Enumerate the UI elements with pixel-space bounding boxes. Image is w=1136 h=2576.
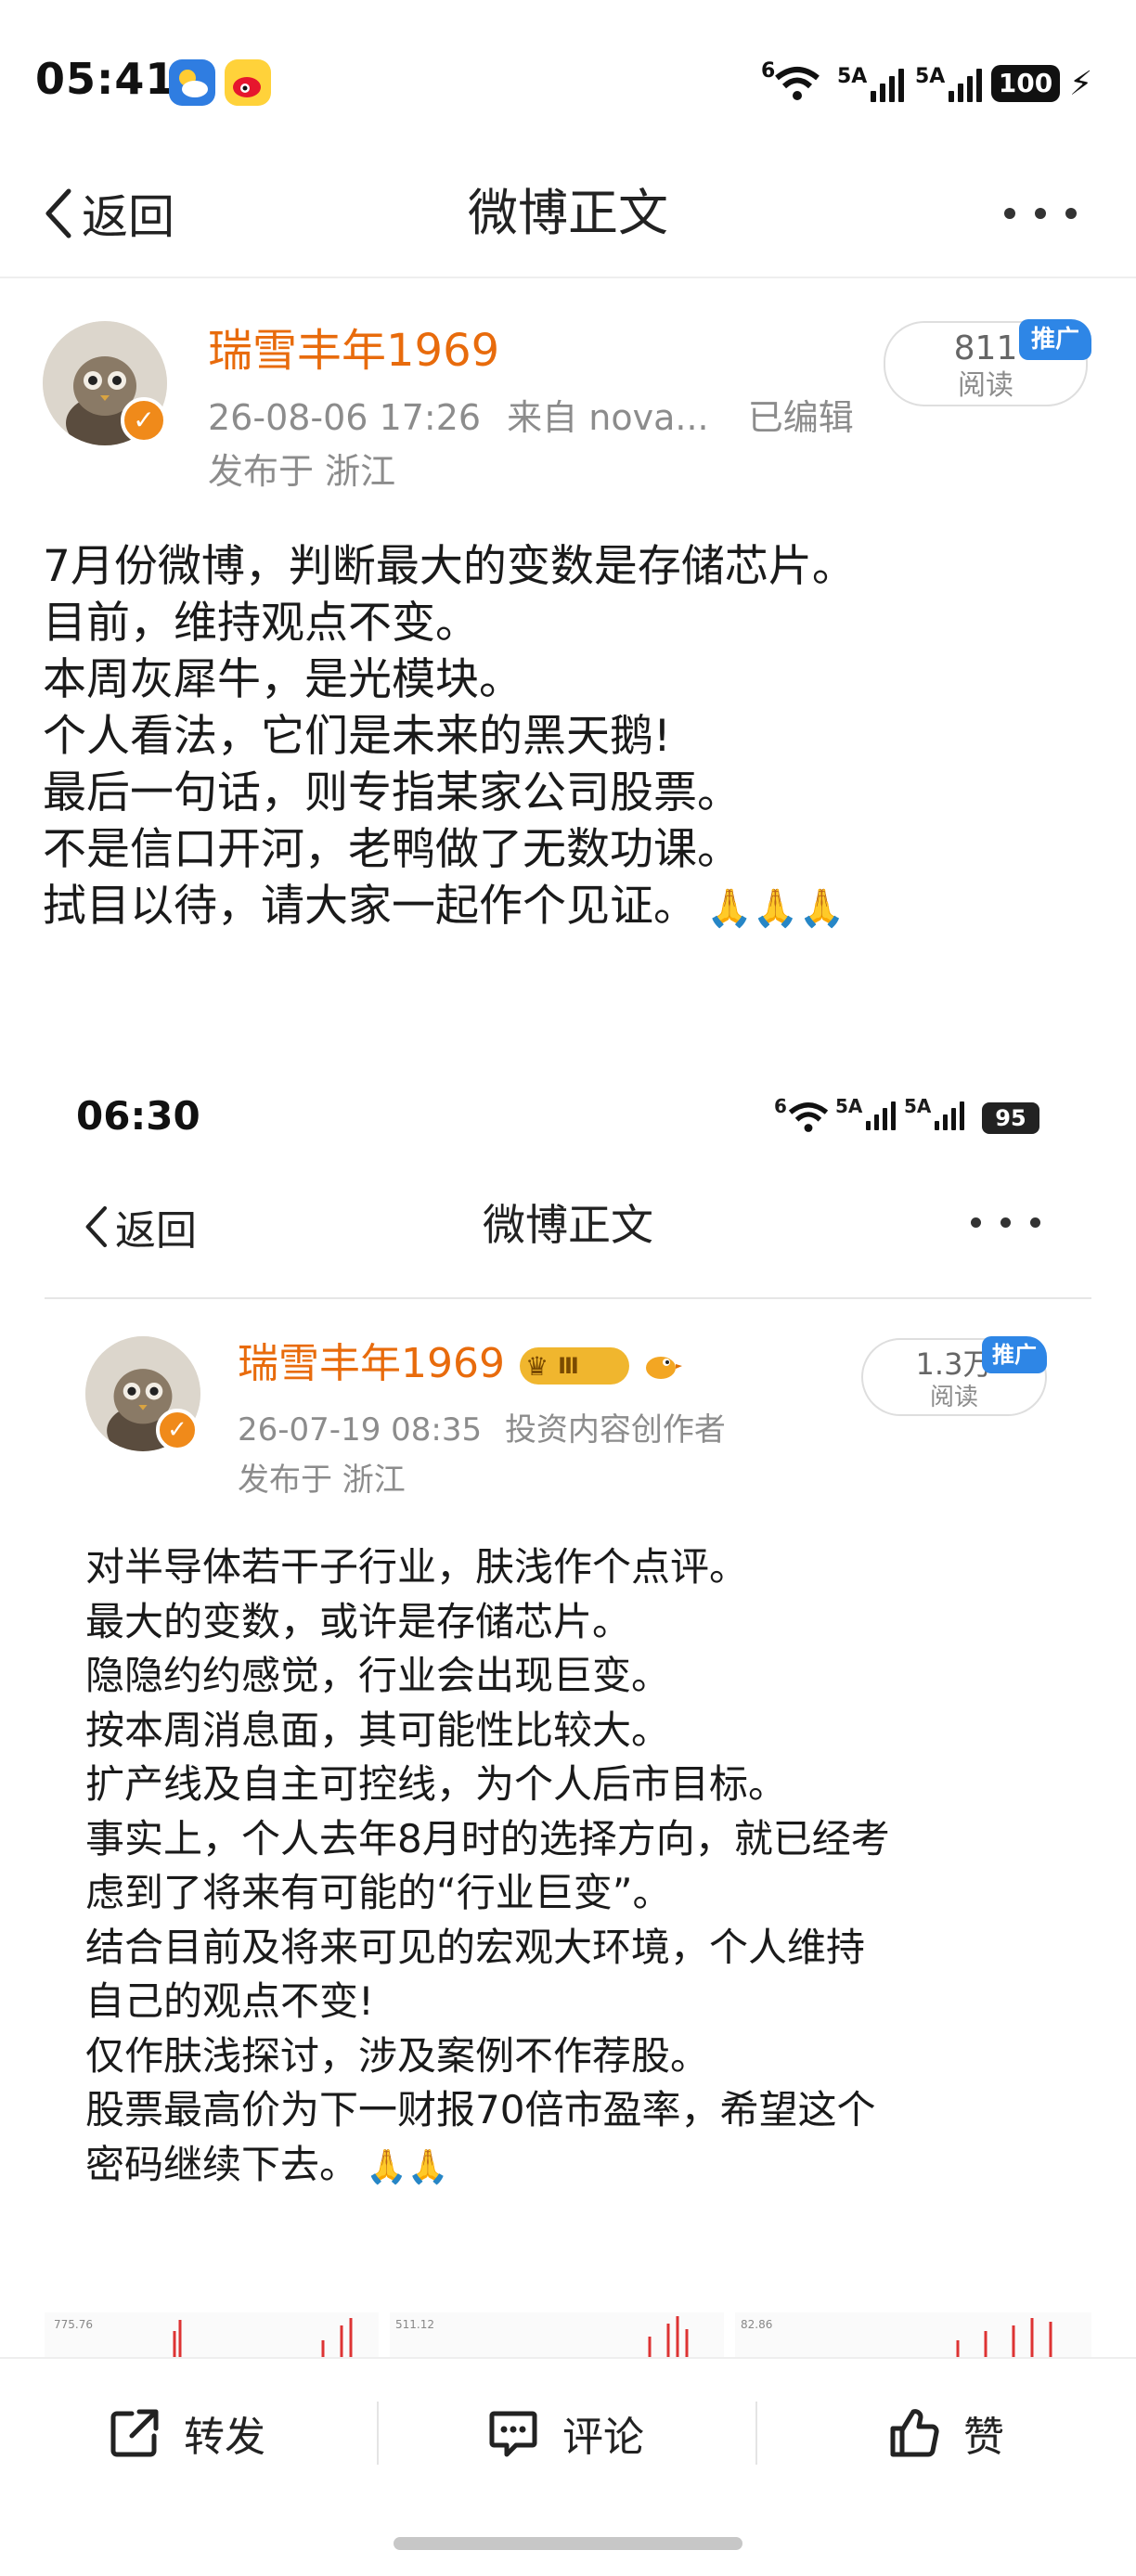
share-icon [110,2409,159,2457]
post-line: 不是信口开河，老鸭做了无数功课。 [43,824,741,875]
embedded-more-icon [971,1217,1045,1230]
pray-emoji: 🙏🙏🙏 [706,887,846,930]
post-line: 目前，维持观点不变。 [43,598,479,649]
post-line: 最后一句话，则专指某家公司股票。 [43,767,741,818]
post-line: 拭目以待，请大家一起作个见证。 🙏🙏🙏 [43,878,856,937]
post-line-text: 拭目以待，请大家一起作个见证。 [43,881,697,932]
chart-thumbnail: 511.12 [390,2312,724,2357]
comment-icon [489,2411,537,2457]
chart-thumbnails: 775.76 511.12 82.86 [45,2312,1091,2357]
status-time: 05:41 [35,54,176,104]
post-location: 发布于 浙江 [208,451,396,492]
repost-label: 转发 [184,2414,265,2461]
more-icon [1004,208,1015,219]
thumbs-up-icon [890,2409,939,2457]
promo-badge[interactable]: 推广 [1019,319,1091,360]
embedded-signal-icon: 5A [904,1095,965,1130]
embedded-status-time: 06:30 [76,1093,200,1139]
attached-image[interactable]: 06:30 6 5A 5A 95 返回 微博正文 ✓ 瑞雪丰年1969 ♛ Ⅲ … [45,1058,1091,2357]
like-button[interactable]: 赞 [887,2359,1004,2507]
weibo-app-icon [225,59,271,106]
chart-thumbnail: 775.76 [45,2312,379,2357]
embedded-verified-badge: ✓ [156,1409,199,1451]
post-line: 本周灰犀牛，是光模块。 [43,654,523,705]
embedded-location: 发布于 浙江 [238,1462,406,1499]
post-line: 个人看法，它们是未来的黑天鹅! [43,711,671,762]
more-options-button[interactable] [999,197,1082,230]
page-title: 微博正文 [468,184,668,242]
embedded-username: 瑞雪丰年1969 [238,1340,505,1387]
username[interactable]: 瑞雪丰年1969 [208,321,499,380]
verified-badge: ✓ [121,397,167,444]
crown-icon: ♛ [525,1350,549,1382]
signal-icon: 5A [915,61,983,102]
charging-icon: ⚡ [1069,65,1093,103]
divider [45,1297,1091,1299]
wifi-icon: 6 [761,61,821,102]
nav-bar: 返回 微博正文 [0,158,1136,278]
chart-thumbnail: 82.86 [735,2312,1091,2357]
action-bar: 转发 评论 赞 [0,2357,1136,2505]
embedded-promo-badge: 推广 [982,1336,1047,1373]
post-timestamp: 26-08-06 17:26 [208,397,482,438]
post-meta: 26-08-06 17:26 来自 nova... 已编辑 [208,392,854,444]
like-label: 赞 [963,2414,1004,2461]
divider [377,2402,379,2465]
embedded-signal-icon: 5A [835,1095,897,1130]
post-body: 7月份微博，判断最大的变数是存储芯片。 目前，维持观点不变。 本周灰犀牛，是光模… [43,538,856,937]
repost-button[interactable]: 转发 [108,2359,265,2507]
post-source: 来自 nova... [507,397,709,438]
signal-icon: 5A [837,61,905,102]
comment-button[interactable]: 评论 [486,2359,644,2507]
bird-icon [640,1344,683,1386]
divider [755,2402,757,2465]
weather-app-icon [169,59,215,106]
battery-indicator: 100 [991,65,1060,102]
edited-label: 已编辑 [747,397,854,438]
embedded-battery: 95 [982,1102,1039,1134]
status-bar: 05:41 6 5A 5A 100 ⚡ [0,0,1136,158]
embedded-body: 对半导体若干子行业，肤浅作个点评。 最大的变数，或许是存储芯片。 隐隐约约感觉，… [85,1544,890,2187]
post-line: 7月份微博，判断最大的变数是存储芯片。 [43,541,856,592]
read-label: 阅读 [958,369,1013,402]
rank-badge: ♛ Ⅲ [520,1347,629,1385]
embedded-nav-title: 微博正文 [483,1200,653,1250]
home-indicator [394,2537,742,2550]
comment-label: 评论 [562,2414,644,2461]
embedded-wifi-icon: 6 [774,1095,830,1134]
embedded-meta: 26-07-19 08:35 投资内容创作者 [238,1411,726,1449]
